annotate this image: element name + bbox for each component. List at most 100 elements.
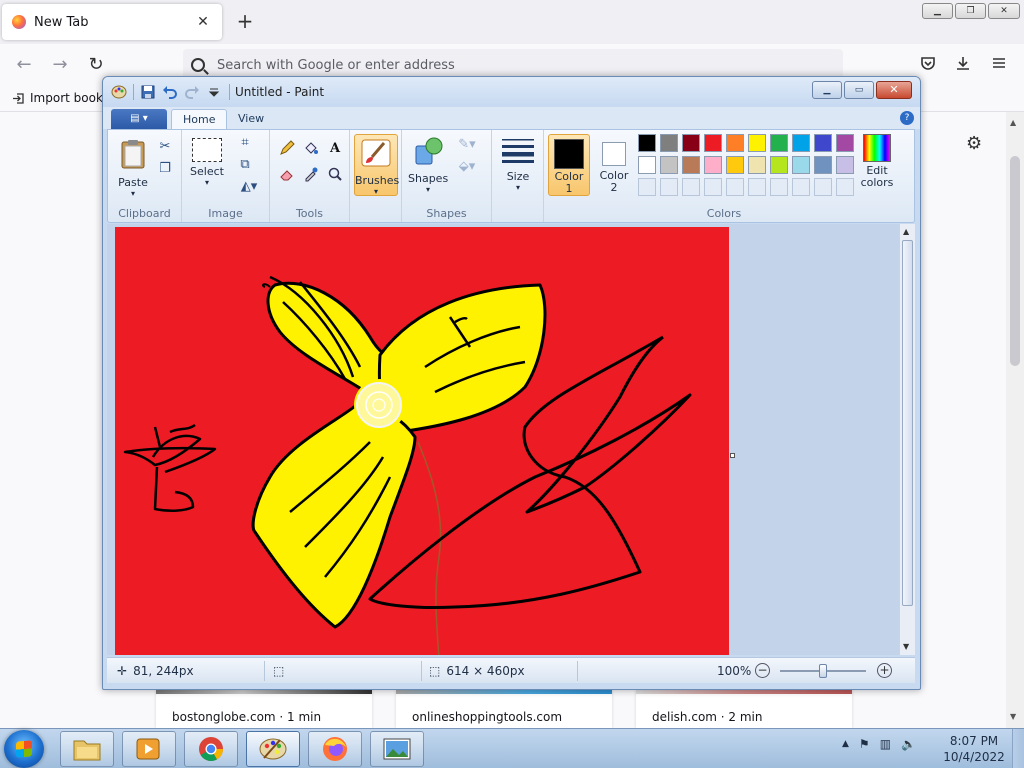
- taskbar-chrome[interactable]: [184, 731, 238, 767]
- customize-qat-chevron-icon[interactable]: [206, 84, 222, 100]
- palette-swatch[interactable]: [704, 156, 722, 174]
- size-dropdown-icon[interactable]: ▾: [498, 183, 538, 192]
- top-site-tile[interactable]: delish.com · 2 min: [636, 688, 852, 728]
- volume-icon[interactable]: 🔈: [901, 737, 916, 751]
- palette-swatch[interactable]: [770, 156, 788, 174]
- taskbar-media-player[interactable]: [122, 731, 176, 767]
- action-center-flag-icon[interactable]: ⚑: [859, 737, 870, 751]
- import-bookmarks-link[interactable]: Import bookm: [12, 91, 115, 105]
- palette-swatch[interactable]: [638, 156, 656, 174]
- palette-swatch[interactable]: [792, 156, 810, 174]
- palette-swatch[interactable]: [770, 134, 788, 152]
- canvas-vertical-scrollbar[interactable]: ▲ ▼: [899, 224, 915, 655]
- palette-swatch[interactable]: [814, 134, 832, 152]
- downloads-icon[interactable]: [952, 55, 974, 75]
- show-desktop-button[interactable]: [1012, 729, 1024, 768]
- taskbar-explorer[interactable]: [60, 731, 114, 767]
- url-input[interactable]: [217, 57, 817, 73]
- outline-icon[interactable]: ✎▾: [454, 136, 480, 154]
- browser-minimize-button[interactable]: ▁: [922, 3, 953, 19]
- zoom-out-button[interactable]: −: [755, 663, 770, 678]
- palette-swatch[interactable]: [748, 156, 766, 174]
- tab-close-icon[interactable]: ✕: [194, 14, 212, 30]
- menu-icon[interactable]: [988, 55, 1010, 75]
- palette-swatch[interactable]: [660, 156, 678, 174]
- palette-custom-slot[interactable]: [814, 178, 832, 196]
- taskbar-paint[interactable]: [246, 731, 300, 767]
- system-clock[interactable]: 8:07 PM 10/4/2022: [940, 733, 1008, 765]
- zoom-slider-knob[interactable]: [819, 664, 827, 678]
- taskbar-photo-viewer[interactable]: [370, 731, 424, 767]
- file-menu-button[interactable]: ▤ ▾: [111, 109, 167, 129]
- palette-swatch[interactable]: [836, 134, 854, 152]
- edit-colors-button[interactable]: Edit colors: [856, 134, 898, 189]
- browser-scroll-thumb[interactable]: [1010, 156, 1020, 366]
- palette-swatch[interactable]: [814, 156, 832, 174]
- resize-icon[interactable]: ⧉: [236, 156, 254, 174]
- palette-swatch[interactable]: [748, 134, 766, 152]
- palette-custom-slot[interactable]: [792, 178, 810, 196]
- palette-custom-slot[interactable]: [836, 178, 854, 196]
- palette-custom-slot[interactable]: [660, 178, 678, 196]
- palette-swatch[interactable]: [682, 134, 700, 152]
- size-button[interactable]: Size ▾: [498, 136, 538, 192]
- paint-maximize-button[interactable]: ▭: [844, 81, 874, 99]
- tab-new-tab[interactable]: New Tab ✕: [2, 4, 222, 40]
- palette-swatch[interactable]: [726, 156, 744, 174]
- palette-swatch[interactable]: [792, 134, 810, 152]
- gear-icon[interactable]: ⚙: [966, 133, 982, 154]
- canvas-scroll-up-icon[interactable]: ▲: [903, 227, 909, 236]
- crop-icon[interactable]: ⌗: [236, 134, 254, 152]
- paste-button[interactable]: Paste ▾: [116, 138, 150, 198]
- canvas-resize-handle[interactable]: [730, 453, 735, 458]
- select-button[interactable]: Select ▾: [188, 138, 226, 187]
- new-tab-button[interactable]: +: [234, 10, 256, 32]
- palette-custom-slot[interactable]: [704, 178, 722, 196]
- brushes-button[interactable]: Brushes ▾: [354, 134, 399, 196]
- palette-custom-slot[interactable]: [638, 178, 656, 196]
- fill-bucket-icon[interactable]: [302, 140, 320, 158]
- show-hidden-icons-arrow[interactable]: ▲: [842, 739, 849, 749]
- paste-dropdown-icon[interactable]: ▾: [116, 189, 150, 198]
- network-icon[interactable]: ▥: [880, 737, 891, 751]
- palette-swatch[interactable]: [726, 134, 744, 152]
- browser-scrollbar[interactable]: ▲ ▼: [1006, 112, 1024, 728]
- palette-custom-slot[interactable]: [682, 178, 700, 196]
- redo-icon[interactable]: [184, 84, 200, 100]
- start-button[interactable]: [4, 730, 44, 768]
- canvas-scroll-thumb[interactable]: [902, 240, 913, 606]
- text-tool-icon[interactable]: A: [326, 140, 344, 158]
- brushes-dropdown-icon[interactable]: ▾: [355, 187, 397, 196]
- color-2-button[interactable]: Color 2: [594, 134, 634, 196]
- taskbar-firefox[interactable]: [308, 731, 362, 767]
- help-icon[interactable]: ?: [900, 111, 914, 125]
- cut-icon[interactable]: ✂: [156, 138, 174, 156]
- palette-custom-slot[interactable]: [748, 178, 766, 196]
- undo-icon[interactable]: [162, 84, 178, 100]
- pocket-icon[interactable]: [917, 55, 939, 75]
- palette-swatch[interactable]: [836, 156, 854, 174]
- forward-arrow-icon[interactable]: →: [48, 54, 72, 76]
- top-site-tile[interactable]: onlineshoppingtools.com: [396, 688, 612, 728]
- paint-minimize-button[interactable]: ▁: [812, 81, 842, 99]
- select-dropdown-icon[interactable]: ▾: [188, 178, 226, 187]
- palette-swatch[interactable]: [704, 134, 722, 152]
- back-arrow-icon[interactable]: ←: [12, 54, 36, 76]
- palette-swatch[interactable]: [682, 156, 700, 174]
- scroll-up-arrow-icon[interactable]: ▲: [1010, 118, 1016, 127]
- palette-swatch[interactable]: [660, 134, 678, 152]
- copy-icon[interactable]: ❐: [156, 160, 174, 178]
- browser-restore-button[interactable]: ❐: [955, 3, 986, 19]
- shapes-button[interactable]: Shapes ▾: [408, 136, 448, 194]
- pencil-icon[interactable]: [278, 140, 296, 158]
- drawing-canvas[interactable]: [115, 227, 729, 655]
- color-1-button[interactable]: Color 1: [548, 134, 590, 196]
- zoom-slider[interactable]: [780, 664, 866, 678]
- magnifier-icon[interactable]: [326, 166, 344, 184]
- palette-custom-slot[interactable]: [726, 178, 744, 196]
- shapes-dropdown-icon[interactable]: ▾: [408, 185, 448, 194]
- color-picker-icon[interactable]: [302, 166, 320, 184]
- save-icon[interactable]: [140, 84, 156, 100]
- fill-icon[interactable]: ⬙▾: [454, 158, 480, 176]
- palette-swatch[interactable]: [638, 134, 656, 152]
